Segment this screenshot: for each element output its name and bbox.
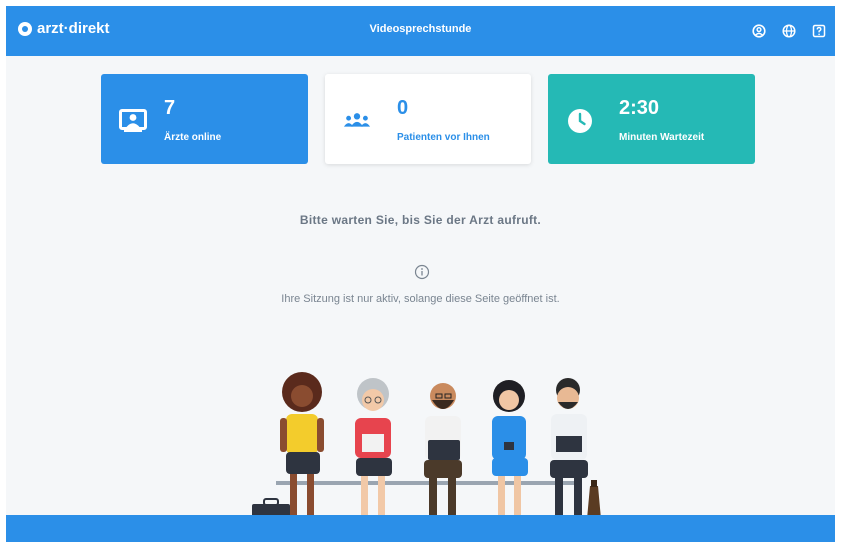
clock-icon xyxy=(566,107,594,135)
globe-icon[interactable] xyxy=(779,21,799,41)
waiting-time-card: 2:30 Minuten Wartezeit xyxy=(548,74,755,164)
app-frame: arzt·direkt Videosprechstunde 7 Ärzte on… xyxy=(6,6,835,542)
info-icon xyxy=(414,264,430,280)
doctors-online-card: 7 Ärzte online xyxy=(101,74,308,164)
group-icon xyxy=(343,107,371,135)
waiting-time-label: Minuten Wartezeit xyxy=(619,132,705,143)
session-info-message: Ihre Sitzung ist nur aktiv, solange dies… xyxy=(281,293,560,305)
doctors-online-count: 7 xyxy=(164,97,176,119)
help-icon[interactable] xyxy=(809,21,829,41)
page-title: Videosprechstunde xyxy=(369,23,472,35)
doctor-screen-icon xyxy=(119,107,147,135)
patients-ahead-label: Patienten vor Ihnen xyxy=(397,132,490,143)
wait-message: Bitte warten Sie, bis Sie der Arzt aufru… xyxy=(299,213,542,227)
waiting-time-value: 2:30 xyxy=(619,97,660,119)
doctors-online-label: Ärzte online xyxy=(164,132,222,143)
patients-ahead-count: 0 xyxy=(397,97,409,119)
user-icon[interactable] xyxy=(749,21,769,41)
top-bar: arzt·direkt Videosprechstunde xyxy=(6,6,835,56)
footer-bar xyxy=(6,515,835,542)
patients-ahead-card: 0 Patienten vor Ihnen xyxy=(325,74,531,164)
